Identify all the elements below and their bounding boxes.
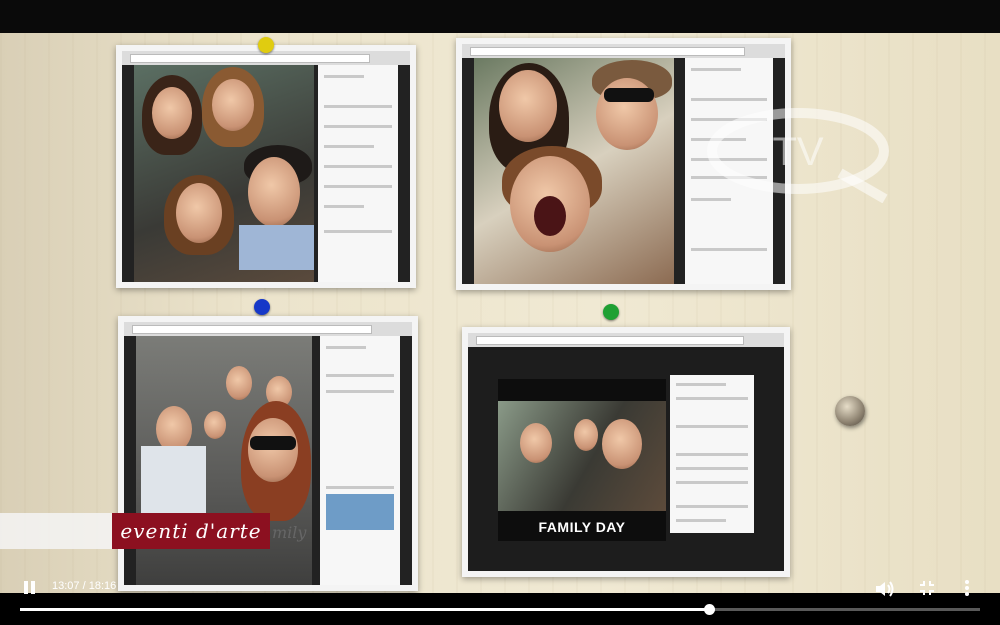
- seek-bar[interactable]: [20, 604, 980, 615]
- channel-logo-watermark: TV: [707, 108, 889, 203]
- drawer-knob: [835, 396, 865, 426]
- comment-panel: [318, 65, 398, 282]
- browser-bar: [122, 51, 410, 66]
- duration: 18:16: [88, 580, 117, 592]
- photo-print-3: [118, 316, 418, 591]
- screen: [122, 65, 410, 282]
- program-banner: eventi d'arte: [112, 513, 270, 549]
- photo-print-4: FAMILY DAY: [462, 327, 790, 577]
- more-vert-icon[interactable]: [963, 578, 971, 598]
- current-time: 13:07: [52, 580, 80, 592]
- comment-panel: [670, 375, 754, 533]
- comment-panel: [320, 336, 400, 585]
- blue-pin: [254, 299, 270, 315]
- movie-poster-photo: FAMILY DAY: [498, 379, 666, 541]
- svg-text:TV: TV: [772, 130, 823, 174]
- screen: FAMILY DAY: [468, 347, 784, 571]
- time-separator: /: [82, 580, 86, 592]
- selfie-photo: [134, 65, 314, 282]
- yellow-pin: [258, 37, 274, 53]
- exit-fullscreen-icon[interactable]: [918, 580, 936, 596]
- top-bar: [0, 0, 1000, 33]
- time-display: 13:07 / 18:16: [52, 580, 116, 592]
- poster-caption: FAMILY DAY: [538, 519, 626, 535]
- seek-bar-played: [20, 608, 710, 611]
- lower-third-partial-text: mily: [272, 523, 307, 542]
- volume-icon[interactable]: [874, 579, 896, 599]
- green-pin: [603, 304, 619, 320]
- browser-bar: [124, 322, 412, 337]
- selfie-photo: [474, 58, 674, 284]
- browser-bar: [468, 333, 784, 348]
- pause-icon[interactable]: [22, 580, 38, 596]
- browser-bar: [462, 44, 785, 59]
- seek-handle[interactable]: [704, 604, 716, 615]
- video-frame[interactable]: FAMILY DAY TV eventi d'arte mily: [0, 33, 1000, 593]
- photo-print-1: [116, 45, 416, 288]
